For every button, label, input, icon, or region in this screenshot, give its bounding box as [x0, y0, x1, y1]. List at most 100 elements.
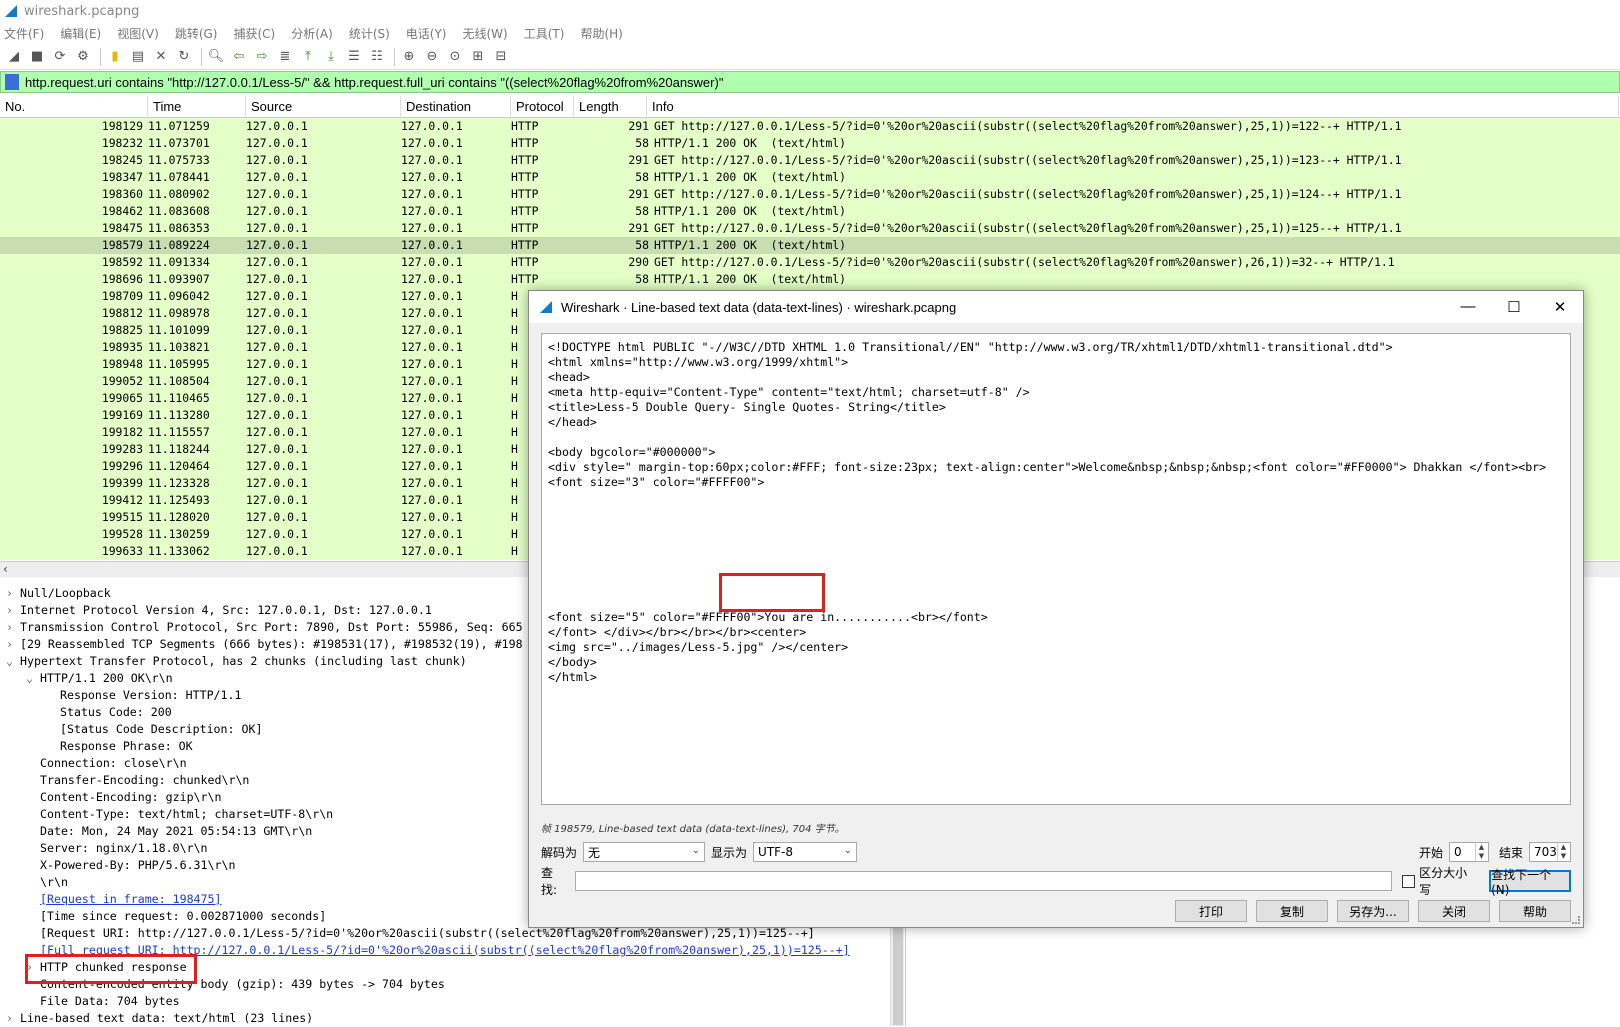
- column-header[interactable]: No.: [0, 95, 148, 118]
- colorize-icon[interactable]: ☷: [367, 47, 387, 67]
- help-button[interactable]: 帮助: [1499, 900, 1571, 922]
- packet-cell-dst: 127.0.0.1: [401, 272, 463, 286]
- autoscroll-icon[interactable]: ☰: [344, 47, 364, 67]
- first-packet-icon[interactable]: ⤒: [298, 47, 318, 67]
- packet-cell-time: 11.078441: [148, 170, 210, 184]
- packet-row[interactable]: 198245 11.075733 127.0.0.1 127.0.0.1 HTTP 291…: [0, 152, 1620, 169]
- grid-icon[interactable]: ⊟: [491, 47, 511, 67]
- end-spinbox[interactable]: 703 ▲ ▼: [1529, 842, 1571, 862]
- packet-cell-len: 290: [628, 255, 649, 269]
- show-as-select[interactable]: UTF-8 ⌄: [753, 842, 858, 862]
- copy-button[interactable]: 复制: [1256, 900, 1328, 922]
- packet-cell-src: 127.0.0.1: [246, 204, 308, 218]
- text-line: <title>Less-5 Double Query- Single Quote…: [548, 400, 946, 414]
- packet-cell-dst: 127.0.0.1: [401, 238, 463, 252]
- packet-row[interactable]: 198592 11.091334 127.0.0.1 127.0.0.1 HTTP 290…: [0, 254, 1620, 271]
- maximize-icon[interactable]: ☐: [1491, 298, 1537, 316]
- zoom-out-icon[interactable]: ⊖: [422, 47, 442, 67]
- start-spinbox[interactable]: 0 ▲ ▼: [1448, 842, 1489, 862]
- bookmark-icon[interactable]: [5, 74, 19, 90]
- column-header[interactable]: Length: [574, 95, 647, 118]
- chevron-down-icon[interactable]: ⌄: [26, 670, 40, 687]
- save-as-button[interactable]: 另存为...: [1337, 900, 1409, 922]
- scroll-left-icon[interactable]: ‹: [3, 562, 8, 576]
- find-input[interactable]: [575, 871, 1393, 891]
- decode-as-select[interactable]: 无 ⌄: [583, 842, 706, 862]
- column-header[interactable]: Time: [148, 95, 246, 118]
- reload-file-icon[interactable]: ↻: [174, 47, 194, 67]
- menu-item[interactable]: 文件(F): [4, 25, 44, 42]
- capture-options-icon[interactable]: ⚙: [73, 47, 93, 67]
- detail-tree-item[interactable]: › Line-based text data: text/html (23 lin…: [0, 1010, 890, 1027]
- chevron-down-icon: ⌄: [843, 845, 853, 856]
- resize-grip[interactable]: [1572, 916, 1580, 924]
- menu-item[interactable]: 工具(T): [524, 25, 565, 42]
- stop-capture-icon[interactable]: ■: [27, 47, 47, 67]
- packet-cell-time: 11.120464: [148, 459, 210, 473]
- column-header[interactable]: Info: [647, 95, 1619, 118]
- menu-item[interactable]: 无线(W): [463, 25, 508, 42]
- menu-item[interactable]: 编辑(E): [60, 25, 101, 42]
- restart-capture-icon[interactable]: ⟳: [50, 47, 70, 67]
- save-file-icon[interactable]: ▤: [128, 47, 148, 67]
- chevron-right-icon[interactable]: ›: [6, 602, 20, 619]
- menu-item[interactable]: 分析(A): [291, 25, 333, 42]
- packet-row[interactable]: 198462 11.083608 127.0.0.1 127.0.0.1 HTTP 58 H…: [0, 203, 1620, 220]
- end-value: 703: [1534, 845, 1557, 859]
- packet-cell-proto: HTTP: [511, 136, 539, 150]
- column-header[interactable]: Source: [246, 95, 401, 118]
- display-filter-input[interactable]: http.request.uri contains "http://127.0.…: [25, 75, 723, 90]
- last-packet-icon[interactable]: ⤓: [321, 47, 341, 67]
- text-data-view[interactable]: <!DOCTYPE html PUBLIC "-//W3C//DTD XHTML…: [541, 333, 1571, 805]
- menu-item[interactable]: 视图(V): [117, 25, 159, 42]
- close-icon[interactable]: ✕: [1537, 298, 1583, 316]
- scroll-thumb[interactable]: [893, 925, 903, 1025]
- spin-arrows-icon[interactable]: ▲ ▼: [1557, 843, 1569, 861]
- find-next-button[interactable]: 查找下一个(N): [1489, 868, 1571, 897]
- case-sensitive-checkbox[interactable]: [1402, 874, 1416, 888]
- start-capture-icon[interactable]: ◢: [4, 47, 24, 67]
- packet-row[interactable]: 198129 11.071259 127.0.0.1 127.0.0.1 HTTP 291…: [0, 118, 1620, 135]
- packet-row[interactable]: 198579 11.089224 127.0.0.1 127.0.0.1 HTTP 58 H…: [0, 237, 1620, 254]
- menu-item[interactable]: 跳转(G): [175, 25, 218, 42]
- packet-row[interactable]: 198475 11.086353 127.0.0.1 127.0.0.1 HTTP 291…: [0, 220, 1620, 237]
- packet-row[interactable]: 198360 11.080902 127.0.0.1 127.0.0.1 HTTP 291…: [0, 186, 1620, 203]
- column-header[interactable]: Protocol: [511, 95, 574, 118]
- menu-item[interactable]: 捕获(C): [233, 25, 275, 42]
- packet-cell-no: 198347: [101, 170, 143, 184]
- packet-row[interactable]: 198696 11.093907 127.0.0.1 127.0.0.1 HTTP 58 H…: [0, 271, 1620, 288]
- close-file-icon[interactable]: ✕: [151, 47, 171, 67]
- find-packet-icon[interactable]: 🔍︎: [206, 47, 226, 67]
- text-line: <!DOCTYPE html PUBLIC "-//W3C//DTD XHTML…: [548, 340, 1393, 354]
- packet-row[interactable]: 198232 11.073701 127.0.0.1 127.0.0.1 HTTP 58 H…: [0, 135, 1620, 152]
- display-filter-bar[interactable]: http.request.uri contains "http://127.0.…: [0, 71, 1620, 93]
- chevron-right-icon[interactable]: ›: [6, 1010, 20, 1027]
- dialog-title: Wireshark · Line-based text data (data-t…: [561, 299, 957, 315]
- go-forward-icon[interactable]: ⇨: [252, 47, 272, 67]
- spin-arrows-icon[interactable]: ▲ ▼: [1474, 843, 1487, 861]
- zoom-in-icon[interactable]: ⊕: [399, 47, 419, 67]
- chevron-down-icon[interactable]: ⌄: [6, 653, 20, 670]
- menu-item[interactable]: 电话(Y): [406, 25, 447, 42]
- packet-cell-len: 58: [635, 204, 649, 218]
- menu-item[interactable]: 帮助(H): [580, 25, 622, 42]
- column-header[interactable]: Destination: [401, 95, 511, 118]
- go-back-icon[interactable]: ⇦: [229, 47, 249, 67]
- print-button[interactable]: 打印: [1175, 900, 1247, 922]
- normal-size-icon[interactable]: ⊙: [445, 47, 465, 67]
- menu-item[interactable]: 统计(S): [349, 25, 390, 42]
- minimize-icon[interactable]: —: [1445, 298, 1491, 316]
- open-file-icon[interactable]: ▮: [105, 47, 125, 67]
- detail-text: Content-Encoding: gzip\r\n: [40, 790, 222, 804]
- packet-row[interactable]: 198347 11.078441 127.0.0.1 127.0.0.1 HTTP 58 H…: [0, 169, 1620, 186]
- chevron-right-icon[interactable]: ›: [6, 636, 20, 653]
- chevron-right-icon[interactable]: ›: [6, 619, 20, 636]
- chevron-right-icon[interactable]: ›: [6, 585, 20, 602]
- decode-as-value: 无: [588, 845, 601, 860]
- resize-columns-icon[interactable]: ⊞: [468, 47, 488, 67]
- detail-link[interactable]: [Request in frame: 198475]: [40, 892, 221, 906]
- close-button[interactable]: 关闭: [1418, 900, 1490, 922]
- detail-tree-item[interactable]: File Data: 704 bytes: [0, 993, 890, 1010]
- go-to-packet-icon[interactable]: ≣: [275, 47, 295, 67]
